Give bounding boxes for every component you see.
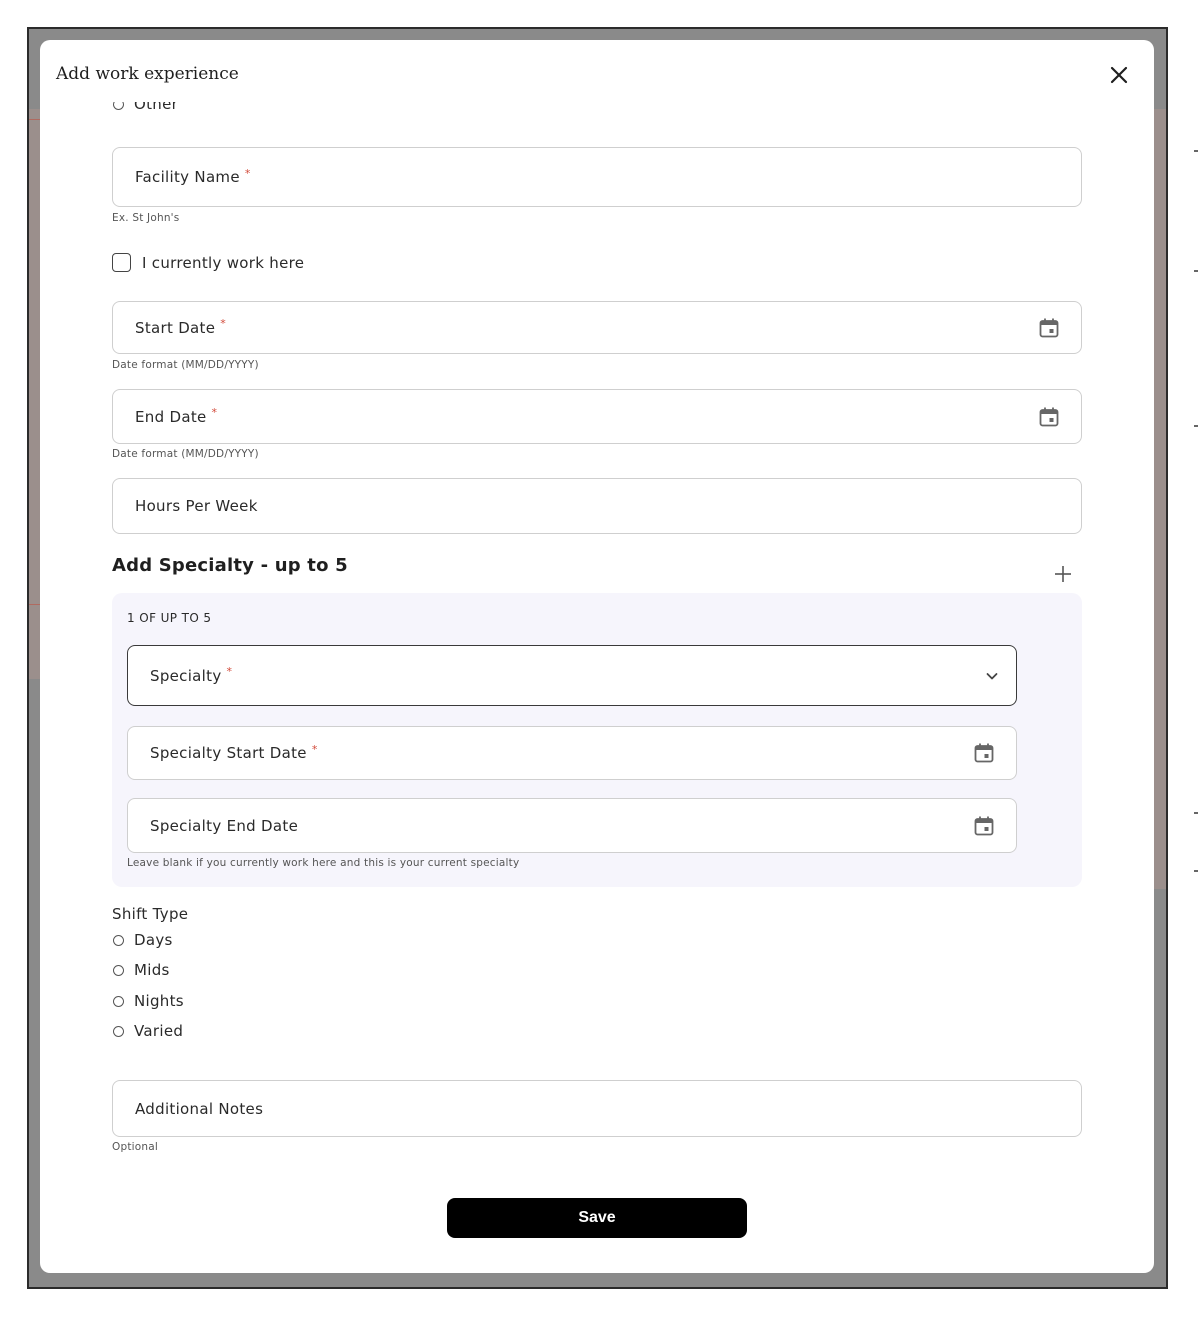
calendar-icon[interactable] (1037, 316, 1061, 340)
currently-work-here-checkbox[interactable]: I currently work here (112, 253, 304, 272)
specialty-select[interactable]: Specialty * (127, 645, 1017, 706)
specialty-count-label: 1 OF UP TO 5 (127, 611, 212, 625)
required-mark: * (311, 742, 318, 756)
radio-label: Other (134, 102, 179, 113)
background-mark (1194, 870, 1198, 872)
radio-label: Days (134, 931, 173, 949)
radio-label: Nights (134, 992, 184, 1010)
radio-circle[interactable] (113, 934, 124, 946)
radio-circle[interactable] (113, 1025, 124, 1037)
additional-notes-input[interactable]: Additional Notes (112, 1080, 1082, 1137)
background-mark (1194, 425, 1198, 427)
radio-circle[interactable] (113, 995, 124, 1007)
facility-name-label: Facility Name (135, 168, 240, 186)
background-page-right (1154, 109, 1166, 889)
radio-option-other[interactable]: Other (113, 102, 178, 120)
start-date-label: Start Date (135, 318, 216, 337)
specialty-end-date-label: Specialty End Date (150, 816, 299, 835)
hours-per-week-input[interactable]: Hours Per Week (112, 478, 1082, 534)
required-mark: * (220, 317, 227, 330)
add-specialty-button[interactable] (1053, 564, 1073, 584)
background-mark (1194, 812, 1198, 814)
specialty-label: Specialty (150, 666, 222, 685)
specialty-end-date-input[interactable]: Specialty End Date (127, 798, 1017, 853)
calendar-icon[interactable] (972, 814, 996, 838)
required-mark: * (226, 665, 233, 678)
radio-circle (113, 102, 124, 110)
hours-per-week-label: Hours Per Week (135, 497, 258, 515)
radio-option-nights[interactable]: Nights (113, 992, 184, 1010)
specialty-start-date-input[interactable]: Specialty Start Date * (127, 726, 1017, 780)
specialty-panel: 1 OF UP TO 5 Specialty * Specialty Start… (112, 593, 1082, 887)
calendar-icon[interactable] (972, 741, 996, 765)
close-button[interactable] (1106, 62, 1132, 88)
radio-label: Mids (134, 961, 170, 979)
checkbox-label: I currently work here (142, 253, 305, 272)
chevron-down-icon[interactable] (984, 668, 1000, 684)
radio-option-mids[interactable]: Mids (113, 961, 170, 979)
end-date-label: End Date (135, 407, 207, 426)
radio-label: Varied (134, 1022, 184, 1040)
facility-helper: Ex. St John's (112, 212, 180, 224)
additional-notes-label: Additional Notes (135, 1099, 264, 1118)
start-date-helper: Date format (MM/DD/YYYY) (112, 359, 259, 371)
plus-icon (1055, 566, 1071, 582)
radio-option-days[interactable]: Days (113, 931, 173, 949)
save-button[interactable]: Save (447, 1198, 747, 1238)
calendar-icon[interactable] (1037, 405, 1061, 429)
required-mark: * (244, 166, 251, 180)
required-mark: * (211, 406, 218, 419)
modal-title: Add work experience (56, 64, 239, 84)
end-date-helper: Date format (MM/DD/YYYY) (112, 448, 259, 460)
specialty-start-date-label: Specialty Start Date (150, 744, 307, 762)
close-icon (1110, 66, 1128, 84)
specialty-end-helper: Leave blank if you currently work here a… (127, 857, 520, 869)
facility-name-input[interactable]: Facility Name * (112, 147, 1082, 207)
add-work-experience-modal: Add work experience Other Facility Name … (40, 40, 1154, 1273)
additional-notes-helper: Optional (112, 1141, 158, 1153)
shift-type-label: Shift Type (112, 905, 189, 923)
add-specialty-heading: Add Specialty - up to 5 (112, 555, 348, 576)
start-date-input[interactable]: Start Date * (112, 301, 1082, 354)
radio-option-varied[interactable]: Varied (113, 1022, 183, 1040)
background-mark (1194, 150, 1198, 152)
background-mark (1194, 270, 1198, 272)
end-date-input[interactable]: End Date * (112, 389, 1082, 444)
radio-circle[interactable] (113, 964, 124, 976)
checkbox-box[interactable] (112, 253, 131, 272)
